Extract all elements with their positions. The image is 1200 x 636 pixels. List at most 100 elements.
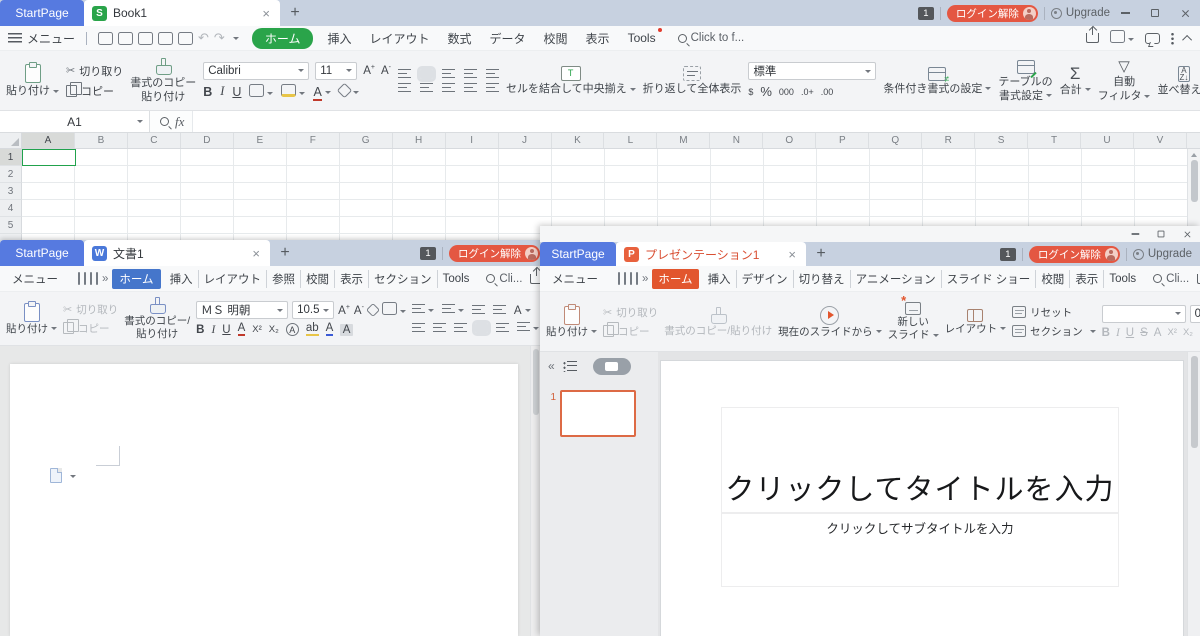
new-slide-button[interactable]: 新しい スライド (888, 302, 939, 341)
tab-home[interactable]: ホーム (652, 269, 698, 289)
italic-button[interactable]: I (220, 84, 224, 99)
page-setup-dropdown-icon[interactable] (70, 475, 76, 478)
tab-startpage[interactable]: StartPage (0, 0, 84, 26)
presentation-vertical-scrollbar[interactable] (1187, 352, 1200, 636)
menu-tab[interactable]: 校閲 (1036, 270, 1070, 288)
column-header[interactable]: P (816, 133, 869, 148)
logout-button[interactable]: ログイン解除 (947, 5, 1038, 22)
bullets-button[interactable] (412, 303, 434, 317)
font-size-select[interactable]: 0 (1190, 305, 1200, 323)
collapse-ribbon-icon[interactable] (1182, 34, 1192, 44)
menu-button[interactable]: メニュー (27, 30, 75, 47)
menu-button[interactable]: メニュー (552, 271, 598, 287)
fx-icon[interactable]: fx (175, 114, 184, 130)
cut-button[interactable]: ✂ 切り取り (66, 63, 123, 79)
format-button[interactable]: X₂ (1183, 327, 1193, 338)
column-header[interactable]: C (128, 133, 181, 148)
menu-tab[interactable]: 表示 (577, 30, 619, 47)
shrink-font-button[interactable]: A- (381, 64, 391, 77)
print-icon[interactable] (96, 272, 98, 285)
paste-button[interactable]: 貼り付け (6, 303, 57, 335)
decrease-indent-icon[interactable] (464, 69, 477, 79)
column-header[interactable]: J (499, 133, 552, 148)
logout-button[interactable]: ログイン解除 (1029, 246, 1120, 263)
cut-button[interactable]: ✂ 切り取り (63, 302, 118, 317)
numbering-button[interactable] (442, 303, 464, 317)
column-header[interactable]: H (393, 133, 446, 148)
format-button[interactable]: U (222, 324, 230, 336)
format-button[interactable]: I (1116, 327, 1120, 339)
share-icon[interactable] (530, 274, 540, 284)
cut-button[interactable]: ✂ 切り取り (603, 305, 658, 320)
print-preview-icon[interactable] (178, 32, 193, 45)
format-painter-button[interactable]: 書式のコピー/ 貼り付け (124, 297, 190, 340)
number-format-icon[interactable]: $ (748, 87, 753, 97)
format-button[interactable]: A (1154, 327, 1162, 339)
reset-button[interactable]: リセット (1012, 305, 1096, 320)
autofilter-button[interactable]: ▽ 自動 フィルタ (1098, 59, 1151, 102)
format-button[interactable]: S (1140, 327, 1148, 339)
format-button[interactable]: A (238, 323, 246, 336)
number-format-icon[interactable]: 000 (779, 87, 794, 97)
increase-indent-icon[interactable] (486, 69, 499, 79)
format-painter-button[interactable]: 書式のコピー 貼り付け (130, 58, 196, 103)
more-tools-icon[interactable]: » (102, 273, 108, 285)
open-icon[interactable] (78, 272, 80, 285)
char-border-button[interactable]: A (514, 303, 531, 317)
open-icon[interactable] (98, 32, 113, 45)
paste-button[interactable]: 貼り付け (546, 306, 597, 338)
comment-icon[interactable] (1145, 33, 1160, 44)
search-box[interactable]: Cli... (1153, 273, 1189, 285)
font-color-button[interactable]: A (313, 85, 330, 99)
redo-icon[interactable]: ↷ (214, 30, 225, 46)
underline-button[interactable]: U (232, 85, 241, 99)
select-all-corner[interactable] (0, 133, 22, 148)
scroll-up-icon[interactable] (1191, 153, 1197, 157)
font-name-select[interactable]: Calibri (203, 62, 309, 80)
column-header[interactable]: F (287, 133, 340, 148)
undo-icon[interactable]: ↶ (198, 30, 209, 46)
minimize-button[interactable] (1124, 227, 1146, 241)
align-right-icon[interactable] (442, 83, 455, 93)
slide-1-thumbnail[interactable] (560, 390, 636, 437)
menu-tab[interactable]: 挿入 (165, 270, 199, 288)
menu-tab[interactable]: 校閲 (535, 30, 577, 47)
tab-count-badge[interactable]: 1 (1000, 248, 1016, 261)
selected-cell-a1[interactable] (22, 149, 76, 166)
format-button[interactable]: I (211, 324, 215, 336)
slide-view-toggle[interactable] (593, 358, 631, 375)
close-tab-icon[interactable]: × (786, 247, 798, 262)
font-size-select[interactable]: 10.5 (292, 301, 334, 319)
switch-window-icon[interactable] (1110, 30, 1134, 46)
column-header[interactable]: I (446, 133, 499, 148)
table-format-button[interactable]: テーブルの 書式設定 (998, 60, 1052, 102)
slide-canvas[interactable]: クリックしてタイトルを入力 クリックしてサブタイトルを入力 (660, 360, 1184, 636)
cell-name-box[interactable]: A1 (0, 111, 150, 132)
quickbar-dropdown-icon[interactable] (233, 37, 239, 40)
column-header[interactable]: V (1134, 133, 1187, 148)
number-format-icon[interactable]: % (760, 84, 772, 99)
more-options-icon[interactable] (1171, 32, 1174, 45)
row-header[interactable]: 3 (0, 183, 22, 200)
column-header[interactable]: E (234, 133, 287, 148)
bold-button[interactable]: B (203, 85, 212, 99)
close-button[interactable] (1170, 0, 1200, 26)
minimize-button[interactable] (1110, 0, 1140, 26)
format-button[interactable]: U (1126, 327, 1134, 339)
clear-format-button[interactable] (339, 85, 359, 99)
menu-tab[interactable]: セクション (369, 270, 438, 288)
menu-tab[interactable]: スライド ショー (942, 270, 1037, 288)
new-tab-button[interactable]: + (806, 245, 836, 263)
row-header[interactable]: 2 (0, 166, 22, 183)
title-placeholder[interactable]: クリックしてタイトルを入力 (721, 407, 1119, 513)
menu-tab[interactable]: Tools (1104, 272, 1141, 286)
tab-startpage[interactable]: StartPage (0, 240, 84, 266)
search-box[interactable]: Click to f... (678, 32, 745, 44)
menu-tab[interactable]: デザイン (737, 270, 794, 288)
search-box[interactable]: Cli... (486, 273, 522, 285)
borders-button[interactable] (249, 84, 273, 100)
paste-button[interactable]: 貼り付け (6, 64, 59, 97)
column-header[interactable]: A (22, 133, 75, 148)
align-bottom-icon[interactable] (442, 69, 455, 79)
writer-vertical-scrollbar[interactable] (530, 346, 540, 636)
